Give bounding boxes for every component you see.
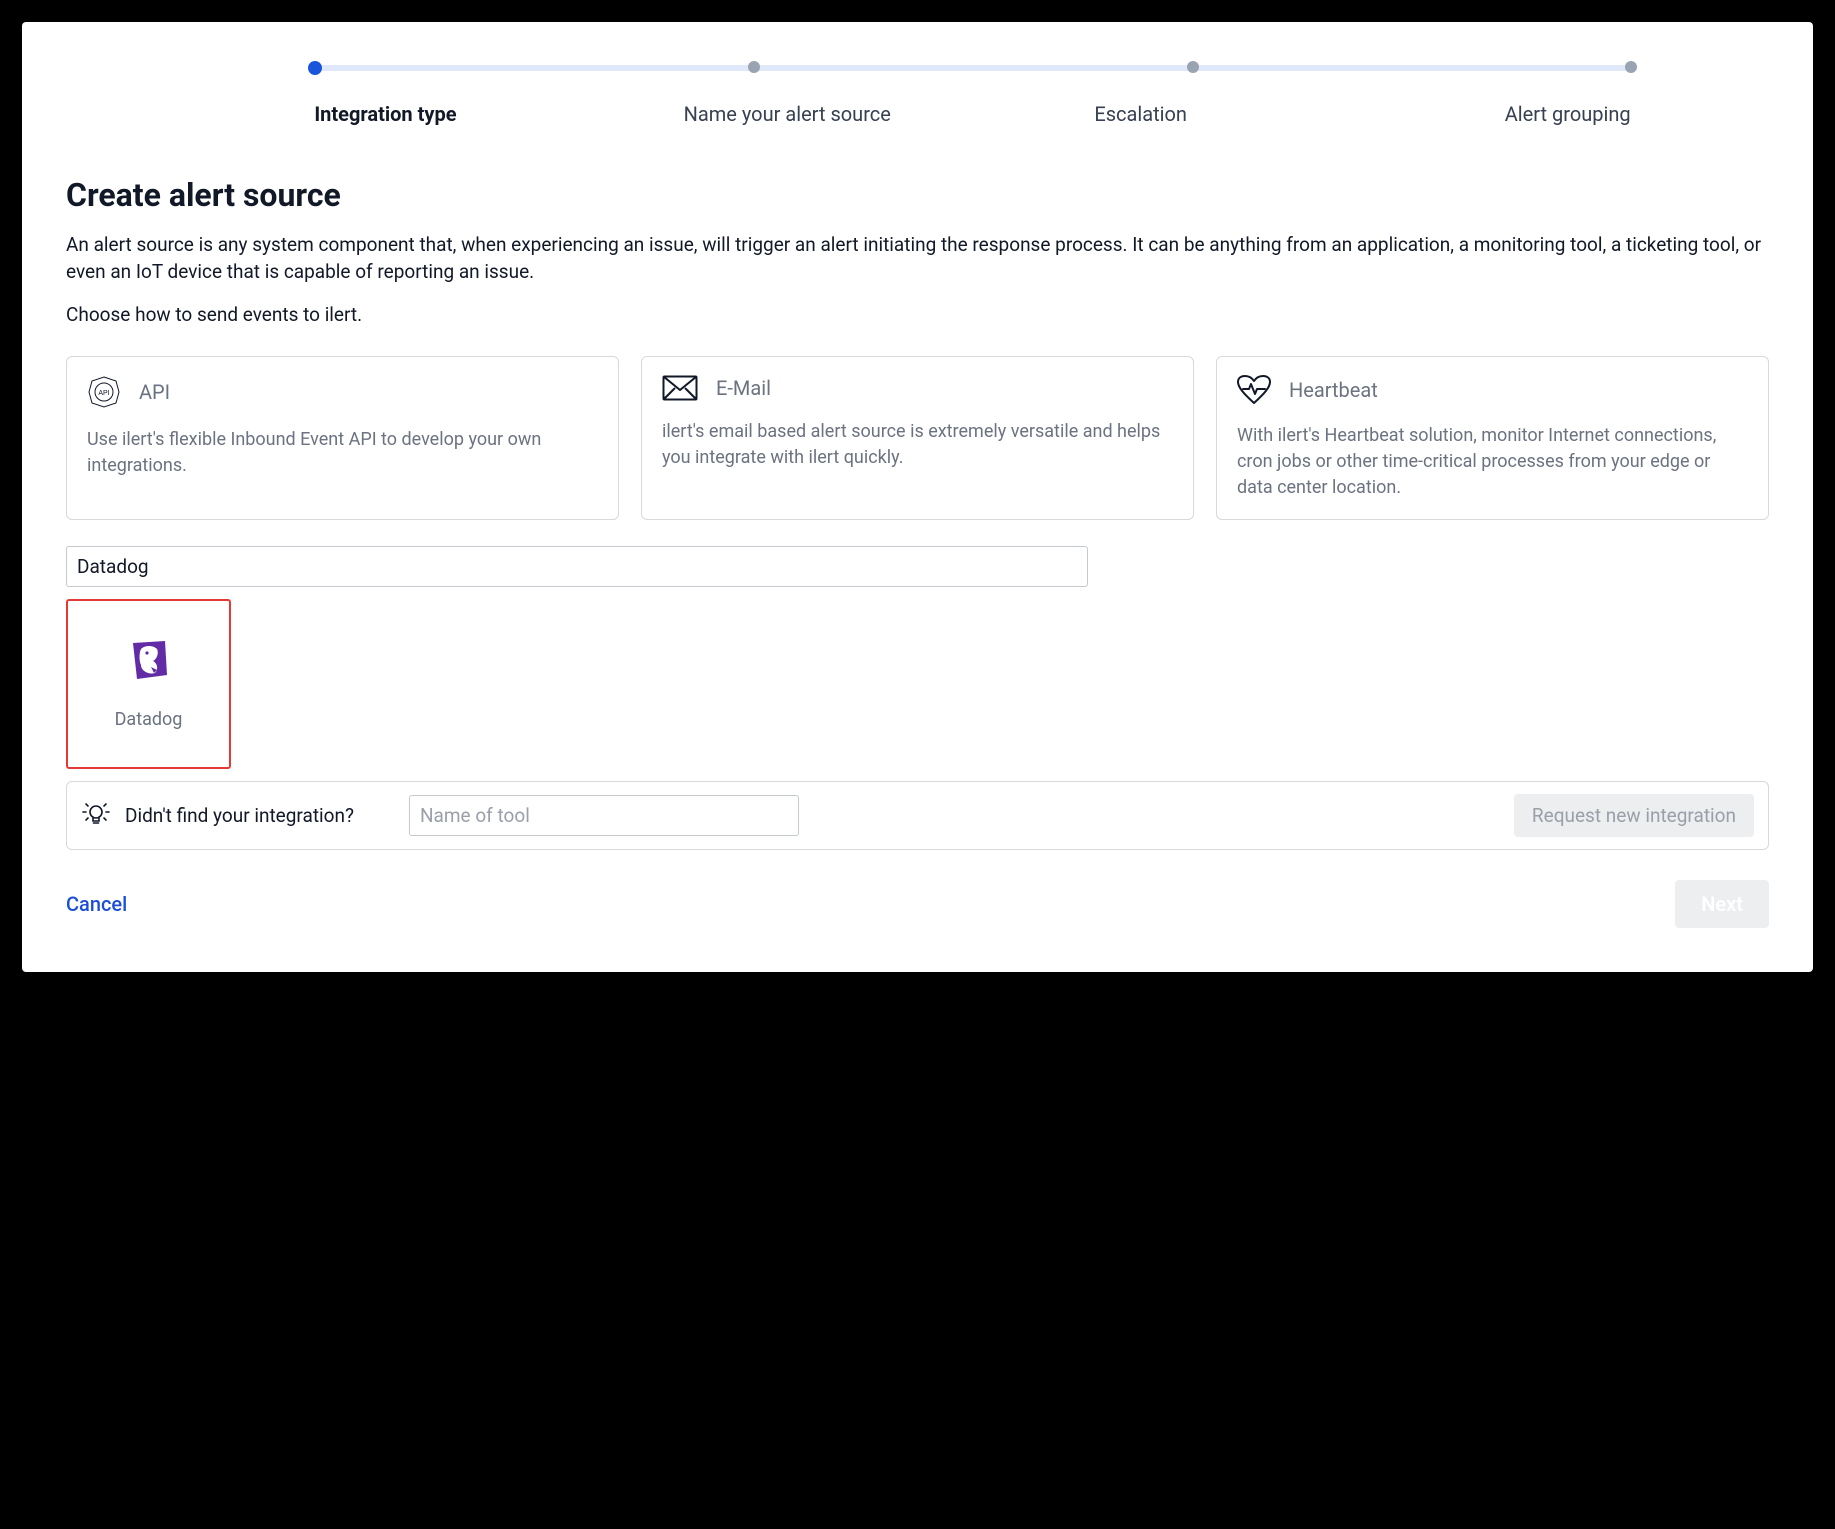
step-label-name-source[interactable]: Name your alert source — [611, 102, 964, 126]
card-heartbeat-body: With ilert's Heartbeat solution, monitor… — [1237, 423, 1748, 501]
step-dot-4[interactable] — [1625, 61, 1637, 73]
card-email-title: E-Mail — [716, 376, 771, 400]
page-instruction: Choose how to send events to ilert. — [66, 303, 1769, 326]
step-label-escalation[interactable]: Escalation — [964, 102, 1317, 126]
card-email-body: ilert's email based alert source is extr… — [662, 419, 1173, 471]
card-api-title: API — [139, 380, 170, 404]
suggest-bar: Didn't find your integration? Request ne… — [66, 781, 1769, 850]
footer: Cancel Next — [66, 850, 1769, 928]
page-description: An alert source is any system component … — [66, 232, 1769, 285]
next-button[interactable]: Next — [1675, 880, 1769, 928]
suggest-question: Didn't find your integration? — [125, 804, 354, 827]
integration-tile-label: Datadog — [115, 709, 183, 730]
datadog-icon — [127, 639, 171, 683]
integration-search-input[interactable] — [66, 546, 1088, 587]
step-dot-3[interactable] — [1187, 61, 1199, 73]
cancel-button[interactable]: Cancel — [66, 892, 127, 916]
method-cards: API API Use ilert's flexible Inbound Eve… — [66, 356, 1769, 520]
page-title: Create alert source — [66, 176, 1769, 214]
step-dot-2[interactable] — [748, 61, 760, 73]
stepper: Integration type Name your alert source … — [66, 62, 1769, 126]
card-email[interactable]: E-Mail ilert's email based alert source … — [641, 356, 1194, 520]
step-label-alert-grouping[interactable]: Alert grouping — [1317, 102, 1636, 126]
lightbulb-icon — [81, 801, 111, 831]
request-integration-button[interactable]: Request new integration — [1514, 794, 1754, 837]
card-api[interactable]: API API Use ilert's flexible Inbound Eve… — [66, 356, 619, 520]
envelope-icon — [662, 375, 698, 401]
step-dot-1[interactable] — [308, 61, 322, 75]
api-icon: API — [87, 375, 121, 409]
card-heartbeat[interactable]: Heartbeat With ilert's Heartbeat solutio… — [1216, 356, 1769, 520]
card-api-body: Use ilert's flexible Inbound Event API t… — [87, 427, 598, 479]
tool-name-input[interactable] — [409, 795, 799, 836]
create-alert-source-window: Integration type Name your alert source … — [22, 22, 1813, 972]
integration-tile-datadog[interactable]: Datadog — [66, 599, 231, 769]
card-heartbeat-title: Heartbeat — [1289, 378, 1378, 402]
heartbeat-icon — [1237, 375, 1271, 405]
svg-text:API: API — [98, 390, 109, 397]
step-label-integration-type[interactable]: Integration type — [308, 102, 610, 126]
